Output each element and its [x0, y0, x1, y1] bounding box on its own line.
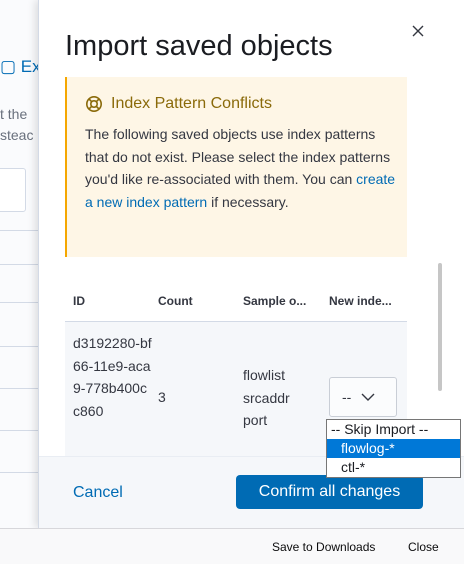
- scrollbar-thumb[interactable]: [438, 263, 442, 391]
- dropdown-option-flowlog[interactable]: flowlog-*: [327, 439, 460, 458]
- flyout-title: Import saved objects: [65, 30, 333, 62]
- sample-item: flowlist: [243, 367, 286, 383]
- callout-title: Index Pattern Conflicts: [111, 95, 272, 112]
- background-divider: [0, 388, 40, 389]
- download-bar: Save to Downloads Close: [0, 528, 464, 564]
- dropdown-option-ctl[interactable]: ctl-*: [327, 458, 460, 477]
- column-header-sample[interactable]: Sample o...: [243, 294, 306, 308]
- background-divider: [0, 472, 40, 473]
- confirm-all-changes-button[interactable]: Confirm all changes: [236, 475, 423, 509]
- lifebuoy-icon: [86, 96, 102, 112]
- background-divider: [0, 230, 40, 231]
- column-header-id[interactable]: ID: [73, 294, 85, 308]
- background-text: t the: [0, 106, 28, 122]
- callout-text: if necessary.: [207, 193, 289, 210]
- index-pattern-conflicts-callout: Index Pattern Conflicts The following sa…: [65, 77, 407, 257]
- select-value: --: [342, 389, 352, 405]
- background-link[interactable]: ▢ Ex: [0, 57, 41, 77]
- new-index-pattern-dropdown: -- Skip Import -- flowlog-* ctl-*: [326, 419, 461, 478]
- background-divider: [0, 430, 40, 431]
- sample-item: port: [243, 412, 268, 428]
- table-header: ID Count Sample o... New inde...: [65, 280, 407, 322]
- dropdown-option-skip-import[interactable]: -- Skip Import --: [327, 420, 460, 439]
- id-cell: d3192280-bf66-11e9-aca9-778b400cc860: [73, 335, 152, 419]
- column-header-count[interactable]: Count: [158, 294, 193, 308]
- callout-body: The following saved objects use index pa…: [85, 123, 401, 213]
- close-icon: [412, 25, 424, 37]
- background-divider: [0, 302, 40, 303]
- background-text: steac: [0, 127, 34, 143]
- close-flyout-button[interactable]: [407, 20, 429, 42]
- sample-item: srcaddr: [243, 389, 290, 406]
- new-index-pattern-select[interactable]: --: [329, 377, 397, 417]
- callout-text: The following saved objects use index pa…: [85, 126, 391, 187]
- count-cell: 3: [158, 389, 166, 405]
- chevron-down-icon: [361, 393, 375, 401]
- cancel-button[interactable]: Cancel: [65, 477, 131, 509]
- save-to-downloads-button[interactable]: Save to Downloads: [272, 540, 375, 554]
- close-download-bar-button[interactable]: Close: [408, 540, 439, 554]
- background-link-icon: ▢: [0, 57, 17, 76]
- sample-cell: flowlist srcaddr port: [243, 364, 290, 432]
- background-divider: [0, 346, 40, 347]
- background-divider: [0, 264, 40, 265]
- background-input: [0, 168, 26, 212]
- column-header-new-index[interactable]: New inde...: [329, 294, 392, 308]
